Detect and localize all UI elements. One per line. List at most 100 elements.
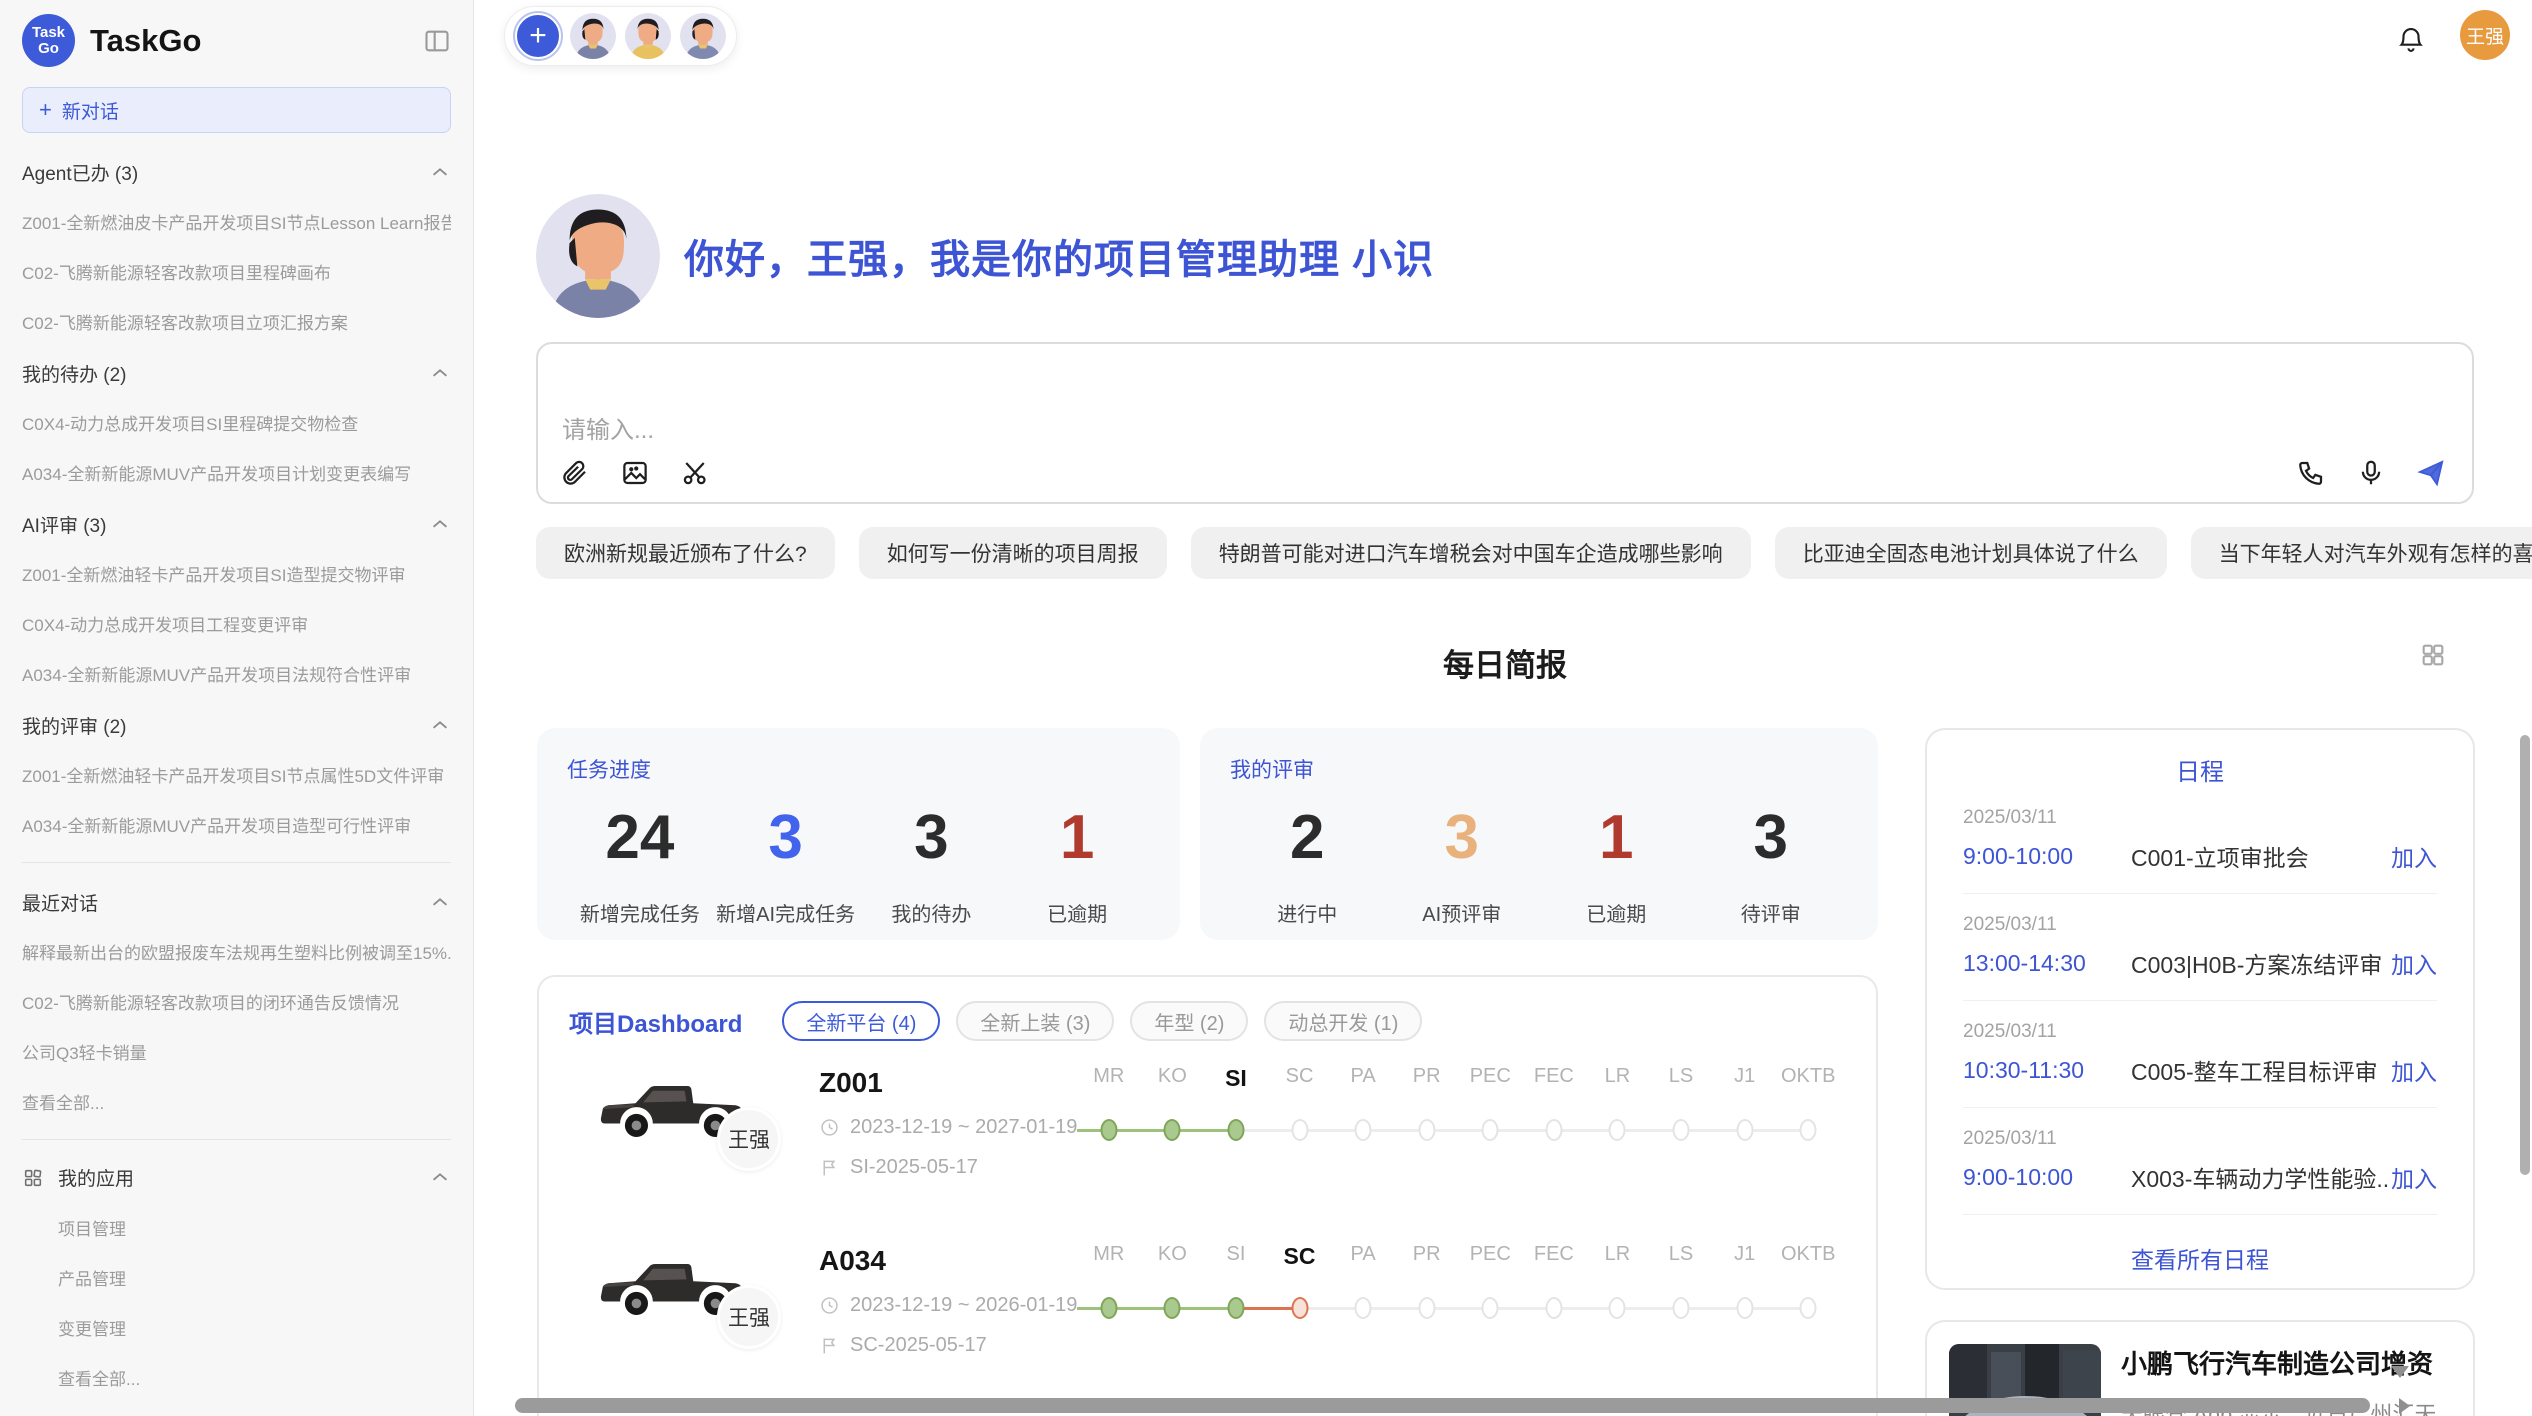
project-row[interactable]: 王强A0342023-12-19 ~ 2026-01-19SC-2025-05-… bbox=[569, 1237, 1876, 1397]
agent-avatar-2[interactable] bbox=[625, 13, 671, 59]
dashboard-header: 项目Dashboard 全新平台 (4)全新上装 (3)年型 (2)动总开发 (… bbox=[569, 1001, 1876, 1041]
schedule-title: 日程 bbox=[1963, 752, 2437, 787]
sidebar-item[interactable]: A034-全新新能源MUV产品开发项目计划变更表编写 bbox=[22, 460, 451, 485]
milestone-label: OKTB bbox=[1781, 1243, 1835, 1266]
schedule-row: 9:00-10:00C001-立项审批会加入 bbox=[1963, 839, 2437, 873]
my-apps-item[interactable]: 产品管理 bbox=[58, 1265, 451, 1290]
sidebar-item[interactable]: A034-全新新能源MUV产品开发项目法规符合性评审 bbox=[22, 661, 451, 686]
sidebar-group-title: AI评审 (3) bbox=[22, 511, 106, 538]
milestone-node bbox=[1736, 1119, 1753, 1141]
new-chat-button[interactable]: + 新对话 bbox=[22, 87, 451, 133]
flag-icon bbox=[819, 1157, 840, 1178]
stat-label: 已逾期 bbox=[1539, 898, 1694, 927]
join-link[interactable]: 加入 bbox=[2391, 1053, 2437, 1087]
stat-value: 3 bbox=[1694, 800, 1849, 876]
my-apps-item[interactable]: 变更管理 bbox=[58, 1315, 451, 1340]
sidebar-item[interactable]: Z001-全新燃油皮卡产品开发项目SI节点Lesson Learn报告 bbox=[22, 209, 451, 234]
sidebar-group-header[interactable]: 我的评审 (2) bbox=[22, 712, 451, 739]
milestone-label: PEC bbox=[1470, 1243, 1511, 1266]
sidebar-item[interactable]: Z001-全新燃油轻卡产品开发项目SI造型提交物评审 bbox=[22, 561, 451, 586]
project-row[interactable]: 王强Z0012023-12-19 ~ 2027-01-19SI-2025-05-… bbox=[569, 1059, 1876, 1219]
phone-icon[interactable] bbox=[2296, 458, 2326, 488]
stat-item: 3待评审 bbox=[1694, 800, 1849, 927]
suggestion-chip[interactable]: 欧洲新规最近颁布了什么? bbox=[536, 527, 835, 579]
schedule-item: 2025/03/1110:30-11:30C005-整车工程目标评审加入 bbox=[1963, 1021, 2437, 1108]
stat-value: 1 bbox=[1539, 800, 1694, 876]
stat-label: AI预评审 bbox=[1385, 898, 1540, 927]
suggestion-chip[interactable]: 特朗普可能对进口汽车增税会对中国车企造成哪些影响 bbox=[1191, 527, 1751, 579]
recent-chat-item[interactable]: C02-飞腾新能源轻客改款项目的闭环通告反馈情况 bbox=[22, 989, 451, 1014]
stat-label: 已逾期 bbox=[1004, 898, 1150, 927]
milestone-node bbox=[1418, 1297, 1435, 1319]
recent-chat-item[interactable]: 公司Q3轻卡销量 bbox=[22, 1039, 451, 1064]
dashboard-tab[interactable]: 动总开发 (1) bbox=[1264, 1001, 1422, 1041]
dashboard-tab[interactable]: 全新上装 (3) bbox=[956, 1001, 1114, 1041]
sidebar-item[interactable]: A034-全新新能源MUV产品开发项目造型可行性评审 bbox=[22, 812, 451, 837]
scissors-icon[interactable] bbox=[680, 458, 710, 488]
milestone-node bbox=[1355, 1297, 1372, 1319]
suggestion-chip[interactable]: 如何写一份清晰的项目周报 bbox=[859, 527, 1167, 579]
sidebar-item[interactable]: C02-飞腾新能源轻客改款项目立项汇报方案 bbox=[22, 309, 451, 334]
clock-icon bbox=[819, 1295, 840, 1316]
stat-row: 2进行中3AI预评审1已逾期3待评审 bbox=[1230, 800, 1848, 927]
join-link[interactable]: 加入 bbox=[2391, 946, 2437, 980]
attachment-icon[interactable] bbox=[560, 458, 590, 488]
milestone-node bbox=[1736, 1297, 1753, 1319]
layout-grid-icon[interactable] bbox=[2419, 641, 2447, 669]
dashboard-tab[interactable]: 全新平台 (4) bbox=[782, 1001, 940, 1041]
timeline-overdue-line bbox=[1236, 1307, 1300, 1310]
task-progress-card: 任务进度24新增完成任务3新增AI完成任务3我的待办1已逾期 bbox=[537, 728, 1180, 940]
suggestion-chip[interactable]: 比亚迪全固态电池计划具体说了什么 bbox=[1775, 527, 2167, 579]
chevron-up-icon bbox=[429, 892, 451, 914]
sidebar-item[interactable]: C0X4-动力总成开发项目工程变更评审 bbox=[22, 611, 451, 636]
schedule-card: 日程 2025/03/11 9:00-10:00C001-立项审批会加入 2025/… bbox=[1925, 728, 2475, 1290]
recent-chats-header[interactable]: 最近对话 bbox=[22, 889, 451, 916]
vertical-scrollbar[interactable] bbox=[2520, 735, 2530, 1175]
sidebar-divider bbox=[22, 1139, 451, 1140]
sidebar-item[interactable]: C0X4-动力总成开发项目SI里程碑提交物检查 bbox=[22, 410, 451, 435]
send-icon[interactable] bbox=[2416, 458, 2446, 488]
suggestion-chip[interactable]: 当下年轻人对汽车外观有怎样的喜好趋势 bbox=[2191, 527, 2532, 579]
schedule-date: 2025/03/11 bbox=[1963, 914, 2437, 936]
my-apps-title: 我的应用 bbox=[58, 1164, 415, 1191]
sidebar-group-header[interactable]: 我的待办 (2) bbox=[22, 360, 451, 387]
horizontal-scrollbar[interactable] bbox=[515, 1398, 2370, 1413]
milestone-label: KO bbox=[1158, 1243, 1187, 1266]
join-link[interactable]: 加入 bbox=[2391, 839, 2437, 873]
project-flag: SI-2025-05-17 bbox=[850, 1156, 978, 1179]
my-apps-item[interactable]: 查看全部... bbox=[58, 1365, 451, 1390]
chat-input[interactable] bbox=[562, 362, 2162, 452]
project-dates: 2023-12-19 ~ 2026-01-19 bbox=[850, 1294, 1077, 1317]
scroll-down-arrow[interactable] bbox=[2391, 1366, 2409, 1378]
clock-icon bbox=[819, 1117, 840, 1138]
image-icon[interactable] bbox=[620, 458, 650, 488]
project-owner-badge: 王强 bbox=[717, 1285, 781, 1349]
dashboard-tab[interactable]: 年型 (2) bbox=[1130, 1001, 1248, 1041]
recent-chat-item[interactable]: 解释最新出台的欧盟报废车法规再生塑料比例被调至15%... bbox=[22, 939, 451, 964]
sidebar-collapse-icon[interactable] bbox=[423, 27, 451, 55]
recent-chat-item[interactable]: 查看全部... bbox=[22, 1089, 451, 1114]
stat-value: 3 bbox=[713, 800, 859, 876]
join-link[interactable]: 加入 bbox=[2391, 1160, 2437, 1194]
milestone-label: LS bbox=[1669, 1065, 1693, 1088]
project-info: Z0012023-12-19 ~ 2027-01-19SI-2025-05-17 bbox=[819, 1067, 1077, 1179]
sidebar-group-header[interactable]: AI评审 (3) bbox=[22, 511, 451, 538]
agent-avatar-1[interactable] bbox=[570, 13, 616, 59]
milestone-label: LS bbox=[1669, 1243, 1693, 1266]
scroll-right-arrow[interactable] bbox=[2399, 1398, 2410, 1414]
my-apps-header[interactable]: 我的应用 bbox=[22, 1164, 451, 1191]
milestone-node bbox=[1800, 1297, 1817, 1319]
sidebar-item[interactable]: C02-飞腾新能源轻客改款项目里程碑画布 bbox=[22, 259, 451, 284]
my-apps-item[interactable]: 项目管理 bbox=[58, 1215, 451, 1240]
agent-avatar-3[interactable] bbox=[680, 13, 726, 59]
add-agent-button[interactable]: + bbox=[515, 13, 561, 59]
sidebar-group-header[interactable]: Agent已办 (3) bbox=[22, 159, 451, 186]
sidebar-item[interactable]: Z001-全新燃油轻卡产品开发项目SI节点属性5D文件评审 bbox=[22, 762, 451, 787]
milestone-node bbox=[1164, 1297, 1181, 1319]
notification-bell-icon[interactable] bbox=[2396, 24, 2426, 54]
view-all-schedule-link[interactable]: 查看所有日程 bbox=[1963, 1241, 2437, 1275]
milestone-label: KO bbox=[1158, 1065, 1187, 1088]
user-avatar[interactable]: 王强 bbox=[2460, 10, 2510, 60]
milestone-timeline: MRKOSISCPAPRPECFECLRLSJ1OKTB bbox=[1077, 1059, 1840, 1219]
microphone-icon[interactable] bbox=[2356, 458, 2386, 488]
